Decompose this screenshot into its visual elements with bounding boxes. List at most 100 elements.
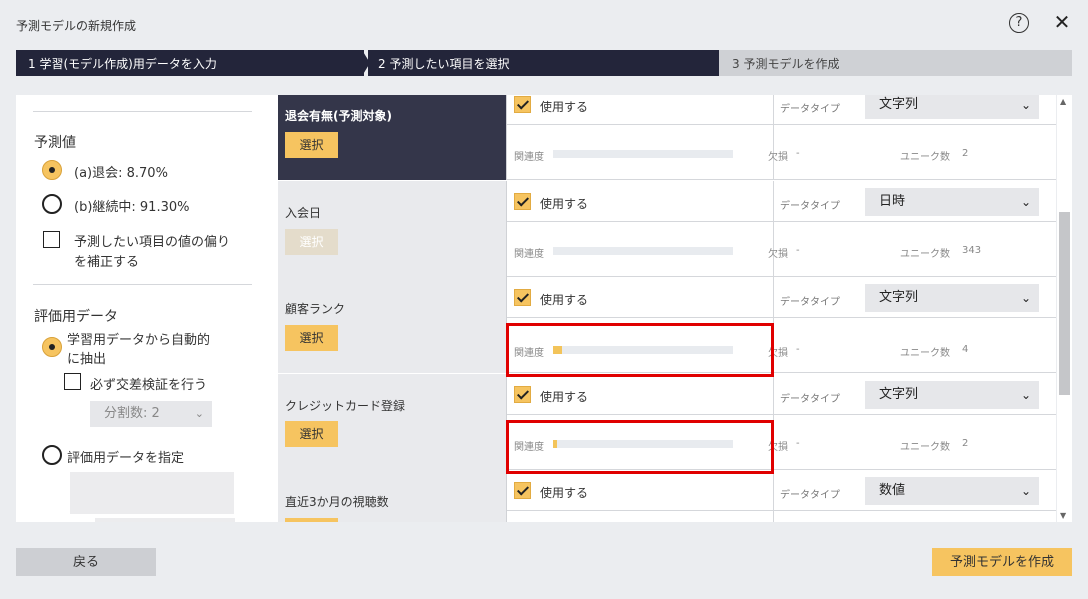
data-type-value: 数値 (879, 483, 906, 498)
scroll-thumb[interactable] (1059, 212, 1070, 395)
auto-extract-radio[interactable] (42, 337, 62, 357)
data-type-value: 文字列 (879, 97, 919, 112)
row-name: 退会有無(予測対象) (285, 109, 392, 123)
use-checkbox[interactable] (514, 96, 531, 113)
column-separator (773, 181, 774, 277)
unique-label: ユニーク数 (900, 348, 950, 359)
option-a-radio[interactable] (42, 160, 62, 180)
row-name-cell[interactable]: クレジットカード登録 選択 (278, 374, 507, 470)
select-button[interactable]: 選択 (285, 518, 338, 522)
scroll-up-icon[interactable]: ▲ (1060, 97, 1066, 106)
table-row[interactable]: 直近3か月の視聴数 選択 使用する データタイプ 数値 ⌄ (278, 470, 1056, 522)
create-model-button[interactable]: 予測モデルを作成 (932, 548, 1072, 576)
select-button[interactable]: 選択 (285, 325, 338, 351)
eval-file-area (70, 472, 234, 514)
correct-bias-label-1[interactable]: 予測したい項目の値の偏り (74, 231, 230, 250)
help-icon[interactable]: ? (1009, 13, 1029, 33)
data-type-value: 日時 (879, 194, 906, 209)
step-1: 1 学習(モデル作成)用データを入力 (16, 50, 364, 76)
relevance-bar (553, 150, 733, 158)
chevron-down-icon: ⌄ (194, 407, 204, 420)
data-type-select[interactable]: 数値 ⌄ (865, 477, 1039, 505)
eval-file-area-2 (95, 518, 235, 522)
unique-label: ユニーク数 (900, 442, 950, 453)
use-checkbox[interactable] (514, 386, 531, 403)
row-name-cell[interactable]: 入会日 選択 (278, 181, 507, 277)
use-label: 使用する (540, 100, 589, 114)
missing-value: - (796, 438, 800, 449)
table-row[interactable]: 入会日 選択 使用する データタイプ 日時 ⌄ 関連度 欠損 - ユニーク数 3… (278, 181, 1056, 277)
use-checkbox[interactable] (514, 482, 531, 499)
unique-label: ユニーク数 (900, 249, 950, 260)
step-3: 3 予測モデルを作成 (719, 50, 1072, 76)
row-name: クレジットカード登録 (285, 399, 406, 413)
row-name: 入会日 (285, 206, 322, 220)
specify-eval-radio[interactable] (42, 445, 62, 465)
chevron-down-icon: ⌄ (1020, 484, 1031, 498)
row-name-cell[interactable]: 退会有無(予測対象) 選択 (278, 95, 507, 180)
highlight-box (506, 420, 774, 474)
row-name: 直近3か月の視聴数 (285, 495, 389, 509)
row-name: 顧客ランク (285, 302, 346, 316)
split-count-select[interactable]: 分割数: 2 ⌄ (90, 401, 212, 427)
data-type-label: データタイプ (780, 394, 840, 405)
table-row[interactable]: 退会有無(予測対象) 選択 使用する データタイプ 文字列 ⌄ 関連度 欠損 -… (278, 95, 1056, 180)
option-b-label[interactable]: (b)継続中: 91.30% (74, 196, 189, 215)
missing-value: - (796, 344, 800, 355)
use-label: 使用する (540, 197, 589, 211)
data-type-select[interactable]: 日時 ⌄ (865, 188, 1039, 216)
settings-panel: 予測値 (a)退会: 8.70% (b)継続中: 91.30% 予測したい項目の… (16, 95, 278, 522)
relevance-label: 関連度 (514, 152, 544, 163)
option-a-label[interactable]: (a)退会: 8.70% (74, 162, 168, 181)
auto-extract-label-2[interactable]: に抽出 (67, 348, 106, 367)
cross-validation-checkbox[interactable] (64, 373, 81, 390)
step-2: 2 予測したい項目を選択 (368, 50, 719, 76)
select-button[interactable]: 選択 (285, 132, 338, 158)
data-type-label: データタイプ (780, 297, 840, 308)
data-type-select[interactable]: 文字列 ⌄ (865, 381, 1039, 409)
specify-eval-label[interactable]: 評価用データを指定 (67, 447, 184, 466)
use-label: 使用する (540, 293, 589, 307)
scrollbar[interactable]: ▲ ▼ (1057, 95, 1072, 522)
unique-value: 2 (962, 148, 969, 159)
prediction-heading: 予測値 (34, 135, 76, 151)
row-name-cell[interactable]: 顧客ランク 選択 (278, 277, 507, 373)
unique-value: 343 (962, 245, 982, 256)
data-type-value: 文字列 (879, 290, 919, 305)
data-type-label: データタイプ (780, 201, 840, 212)
row-name-cell[interactable]: 直近3か月の視聴数 選択 (278, 470, 507, 522)
chevron-down-icon: ⌄ (1020, 291, 1031, 305)
missing-value: - (796, 245, 800, 256)
option-b-radio[interactable] (42, 194, 62, 214)
chevron-down-icon: ⌄ (1020, 388, 1031, 402)
column-separator (773, 470, 774, 522)
select-button[interactable]: 選択 (285, 421, 338, 447)
use-label: 使用する (540, 390, 589, 404)
use-checkbox[interactable] (514, 289, 531, 306)
missing-value: - (796, 148, 800, 159)
unique-value: 2 (962, 438, 969, 449)
close-icon[interactable]: ✕ (1052, 10, 1072, 34)
data-type-select[interactable]: 文字列 ⌄ (865, 95, 1039, 119)
step-indicator: 1 学習(モデル作成)用データを入力 2 予測したい項目を選択 3 予測モデルを… (16, 50, 1072, 76)
missing-label: 欠損 (768, 249, 788, 260)
data-type-select[interactable]: 文字列 ⌄ (865, 284, 1039, 312)
use-checkbox[interactable] (514, 193, 531, 210)
split-count-value: 分割数: 2 (104, 406, 160, 421)
chevron-down-icon: ⌄ (1020, 195, 1031, 209)
select-button[interactable]: 選択 (285, 229, 338, 255)
relevance-label: 関連度 (514, 249, 544, 260)
correct-bias-checkbox[interactable] (43, 231, 60, 248)
back-button[interactable]: 戻る (16, 548, 156, 576)
divider (33, 111, 252, 112)
cross-validation-label[interactable]: 必ず交差検証を行う (90, 374, 207, 393)
auto-extract-label-1[interactable]: 学習用データから自動的 (67, 329, 210, 348)
eval-heading: 評価用データ (34, 309, 118, 325)
title-bar: 予測モデルの新規作成 ? ✕ (0, 0, 1088, 46)
unique-value: 4 (962, 344, 969, 355)
scroll-down-icon[interactable]: ▼ (1060, 511, 1066, 520)
highlight-box (506, 323, 774, 377)
correct-bias-label-2[interactable]: を補正する (74, 251, 139, 270)
data-type-label: データタイプ (780, 490, 840, 501)
divider (33, 284, 252, 285)
